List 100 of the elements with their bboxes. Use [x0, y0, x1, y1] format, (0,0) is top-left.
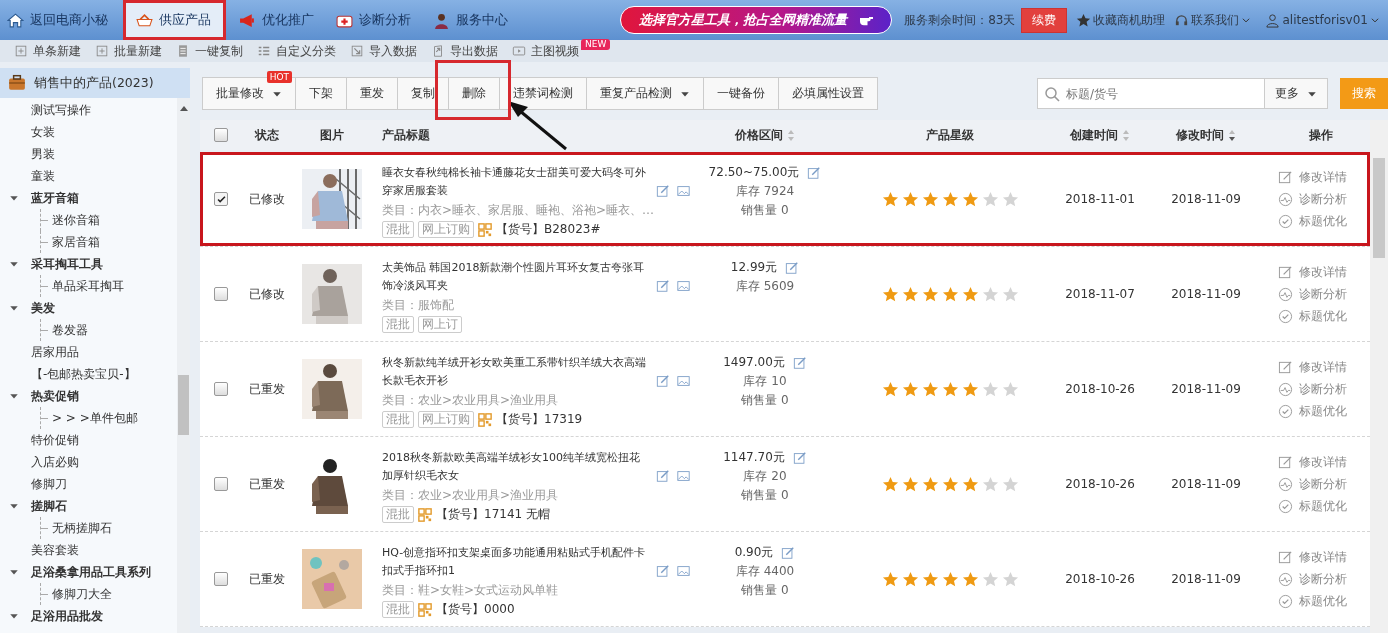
edit-icon[interactable]	[785, 260, 800, 275]
edit-icon[interactable]	[807, 165, 822, 180]
nav-tab[interactable]: 返回电商小秘	[0, 0, 121, 40]
toolbar-button[interactable]: 复制	[397, 77, 449, 110]
category-item[interactable]: 童装	[31, 167, 55, 185]
action-link[interactable]: 标题优化	[1278, 212, 1347, 230]
category-item[interactable]: 足浴桑拿用品工具系列	[31, 563, 151, 581]
category-item[interactable]: 男装	[31, 145, 55, 163]
category-item[interactable]: 采耳掏耳工具	[31, 255, 103, 273]
toolbar-item[interactable]: 一键复制	[176, 42, 243, 60]
nav-tab[interactable]: 供应产品	[123, 0, 226, 40]
edit-icon[interactable]	[656, 564, 670, 578]
toolbar-item[interactable]: 主图视频	[512, 42, 579, 60]
nav-tab[interactable]: 服务中心	[426, 0, 521, 40]
action-link[interactable]: 修改详情	[1278, 358, 1347, 376]
category-item[interactable]: 修脚刀	[31, 475, 67, 493]
edit-icon[interactable]	[792, 450, 807, 465]
edit-icon[interactable]	[792, 355, 807, 370]
category-item[interactable]: 美容套装	[31, 541, 79, 559]
category-item[interactable]: 蓝牙音箱	[31, 189, 79, 207]
checkbox[interactable]	[214, 382, 228, 396]
expand-triangle-icon[interactable]	[9, 611, 19, 621]
expand-triangle-icon[interactable]	[9, 303, 19, 313]
toolbar-button[interactable]: 重复产品检测	[586, 77, 704, 110]
action-link[interactable]: 修改详情	[1278, 263, 1347, 281]
qr-code-icon[interactable]	[478, 222, 492, 237]
action-link[interactable]: 诊断分析	[1278, 475, 1347, 493]
edit-icon[interactable]	[656, 469, 670, 483]
renew-button[interactable]: 续费	[1021, 7, 1068, 33]
qr-code-icon[interactable]	[418, 602, 432, 617]
nav-tab[interactable]: 诊断分析	[329, 0, 424, 40]
category-item[interactable]: 美发	[31, 299, 55, 317]
toolbar-button[interactable]: 删除	[448, 77, 500, 110]
action-link[interactable]: 标题优化	[1278, 592, 1347, 610]
category-item[interactable]: > > >单件包邮	[52, 409, 138, 427]
more-dropdown[interactable]: 更多	[1265, 78, 1328, 109]
category-item[interactable]: 卷发器	[52, 321, 88, 339]
toolbar-button[interactable]: 必填属性设置	[778, 77, 878, 110]
image-icon[interactable]	[676, 564, 691, 578]
column-header[interactable]: 创建时间	[1070, 126, 1118, 144]
category-item[interactable]: 女装	[31, 123, 55, 141]
expand-triangle-icon[interactable]	[9, 567, 19, 577]
category-item[interactable]: 无柄搓脚石	[52, 519, 112, 537]
edit-icon[interactable]	[656, 279, 670, 293]
product-title[interactable]: 太美饰品 韩国2018新款潮个性圆片耳环女复古夸张耳饰冷淡风耳夹	[382, 259, 650, 295]
category-item[interactable]: 测试写操作	[31, 101, 91, 119]
action-link[interactable]: 诊断分析	[1278, 570, 1347, 588]
table-row[interactable]: 已重发 秋冬新款纯羊绒开衫女欧美重工系带针织羊绒大衣高端长款毛衣开衫 类目：农业>农业用具>渔业用具 混批 网上订购 【货号】17319 1497.00元 库存 10 销售量 0 2018-10-26 2018-11-09 修改详情 诊断分析 标题优化	[200, 342, 1370, 437]
image-icon[interactable]	[676, 469, 691, 483]
category-item[interactable]: 热卖促销	[31, 387, 79, 405]
edit-icon[interactable]	[781, 545, 796, 560]
nav-tab[interactable]: 优化推广	[232, 0, 327, 40]
image-icon[interactable]	[676, 279, 691, 293]
category-item[interactable]: 单品采耳掏耳	[52, 277, 124, 295]
toolbar-button[interactable]: 一键备份	[703, 77, 779, 110]
category-item[interactable]: 搓脚石	[31, 497, 67, 515]
checkbox[interactable]	[214, 477, 228, 491]
table-row[interactable]: 已重发 HQ-创意指环扣支架桌面多功能通用粘贴式手机配件卡扣式手指环扣1 类目：鞋>女鞋>女式运动风单鞋 混批 【货号】0000 0.90元 库存 4400 销售量 0 2018-10-26 2018-11-09 修改详情 诊断分析 标题优化	[200, 532, 1370, 627]
top-link[interactable]: 收藏商机助理	[1076, 11, 1166, 29]
column-header[interactable]: 价格区间	[735, 126, 783, 144]
checkbox[interactable]	[214, 192, 228, 206]
column-header[interactable]: 修改时间	[1176, 126, 1224, 144]
top-link[interactable]: 联系我们	[1174, 11, 1252, 29]
toolbar-button[interactable]: 重发	[346, 77, 398, 110]
category-item[interactable]: 居家用品	[31, 343, 79, 361]
toolbar-item[interactable]: 自定义分类	[257, 42, 336, 60]
qr-code-icon[interactable]	[478, 412, 492, 427]
promo-banner[interactable]: 选择官方星工具，抢占全网精准流量	[620, 6, 893, 34]
action-link[interactable]: 修改详情	[1278, 168, 1347, 186]
toolbar-item[interactable]: 导出数据	[431, 42, 498, 60]
product-title[interactable]: HQ-创意指环扣支架桌面多功能通用粘贴式手机配件卡扣式手指环扣1	[382, 544, 650, 580]
toolbar-button[interactable]: 下架	[295, 77, 347, 110]
action-link[interactable]: 标题优化	[1278, 307, 1347, 325]
product-title[interactable]: 2018秋冬新款欧美高端羊绒衫女100纯羊绒宽松扭花加厚针织毛衣女	[382, 449, 650, 485]
expand-triangle-icon[interactable]	[9, 501, 19, 511]
toolbar-item[interactable]: 导入数据	[350, 42, 417, 60]
table-row[interactable]: 已重发 2018秋冬新款欧美高端羊绒衫女100纯羊绒宽松扭花加厚针织毛衣女 类目：农业>农业用具>渔业用具 混批 【货号】17141 无帽 1147.70元 库存 20 销售量 0 2018-10-26 2018-11-09 修改详情 诊断分析 标题优化	[200, 437, 1370, 532]
image-icon[interactable]	[676, 184, 691, 198]
product-title[interactable]: 睡衣女春秋纯棉长袖卡通藤花女士甜美可爱大码冬可外穿家居服套装	[382, 164, 650, 200]
image-icon[interactable]	[676, 374, 691, 388]
edit-icon[interactable]	[656, 374, 670, 388]
checkbox[interactable]	[214, 128, 228, 142]
product-title[interactable]: 秋冬新款纯羊绒开衫女欧美重工系带针织羊绒大衣高端长款毛衣开衫	[382, 354, 650, 390]
action-link[interactable]: 诊断分析	[1278, 380, 1347, 398]
expand-triangle-icon[interactable]	[9, 259, 19, 269]
scrollbar[interactable]	[177, 98, 190, 633]
action-link[interactable]: 诊断分析	[1278, 190, 1347, 208]
toolbar-button[interactable]: 违禁词检测	[499, 77, 587, 110]
scrollbar[interactable]	[1370, 120, 1388, 633]
action-link[interactable]: 标题优化	[1278, 402, 1347, 420]
table-row[interactable]: 已修改 太美饰品 韩国2018新款潮个性圆片耳环女复古夸张耳饰冷淡风耳夹 类目：服饰配 混批 网上订 12.99元 库存 5609 2018-11-07 2018-11-09 修改详情 诊断分析 标题优化	[200, 247, 1370, 342]
top-link[interactable]: alitestforisv01	[1265, 12, 1380, 28]
edit-icon[interactable]	[656, 184, 670, 198]
category-item[interactable]: 足浴用品批发	[31, 607, 103, 625]
search-field[interactable]: 标题/货号	[1037, 78, 1265, 109]
action-link[interactable]: 诊断分析	[1278, 285, 1347, 303]
expand-triangle-icon[interactable]	[9, 193, 19, 203]
checkbox[interactable]	[214, 572, 228, 586]
table-row[interactable]: 已修改 睡衣女春秋纯棉长袖卡通藤花女士甜美可爱大码冬可外穿家居服套装 类目：内衣>睡衣、家居服、睡袍、浴袍>睡衣、… 混批 网上订购 【货号】B28023# 72.50~75.00元 库存 7924 销售量 0 2018-11-01 2018-11-09 修改详情 诊断分析 标题优化	[200, 152, 1370, 247]
sidebar-header[interactable]: 销售中的产品(2023)	[0, 68, 190, 98]
